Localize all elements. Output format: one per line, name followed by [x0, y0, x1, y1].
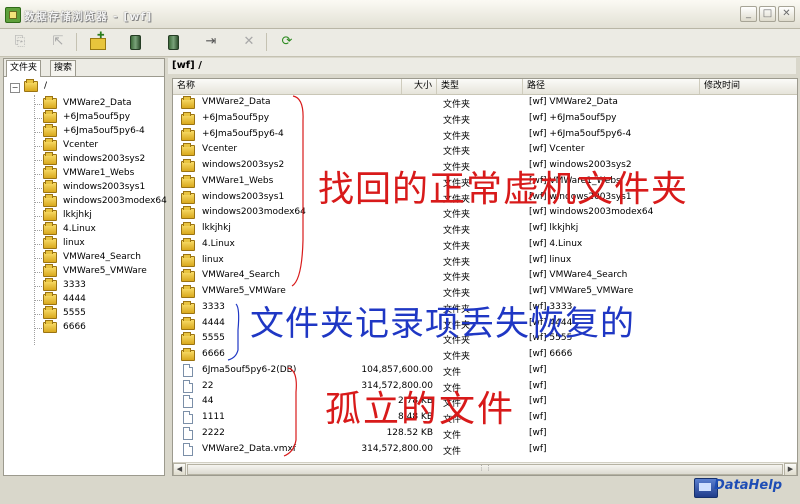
annotation-orphan-files: 孤立的文件 [325, 389, 516, 430]
annotation-lost-records: 文件夹记录项丢失恢复的 [250, 304, 635, 344]
watermark-text: DataHelp [714, 478, 783, 493]
annotation-recovered-folders: 找回的正常虚机文件夹 [318, 169, 689, 210]
watermark-logo: DataHelp [690, 474, 800, 504]
